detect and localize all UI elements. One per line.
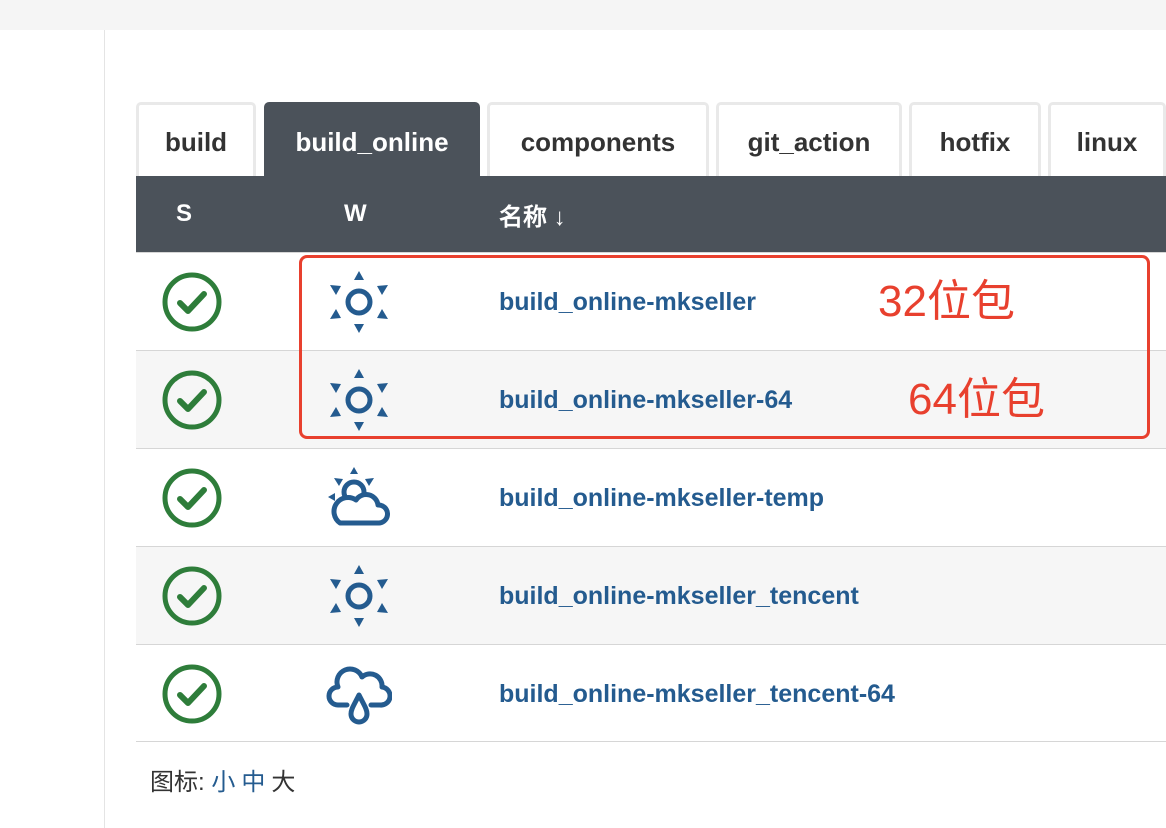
view-tabs: build build_online components git_action…	[136, 102, 1166, 176]
job-link[interactable]: build_online-mkseller-64	[499, 351, 792, 449]
top-bar	[0, 0, 1166, 30]
job-link[interactable]: build_online-mkseller_tencent-64	[499, 645, 895, 743]
table-row: build_online-mkseller-64	[136, 350, 1166, 448]
job-link[interactable]: build_online-mkseller-temp	[499, 449, 824, 547]
icon-size-footer: 图标: 小中大	[150, 762, 295, 797]
jobs-table: S W 名称 ↓ build_online-mkseller build_onl…	[136, 176, 1166, 742]
icon-size-large-current: 大	[271, 769, 296, 796]
tab-components[interactable]: components	[487, 102, 709, 176]
table-row: build_online-mkseller_tencent	[136, 546, 1166, 644]
job-link[interactable]: build_online-mkseller	[499, 253, 756, 351]
column-header-status[interactable]: S	[176, 176, 192, 252]
column-header-weather[interactable]: W	[344, 176, 367, 252]
tab-build-online[interactable]: build_online	[264, 102, 480, 176]
rainy-icon	[326, 661, 393, 727]
sunny-icon	[326, 367, 392, 433]
icon-size-label: 图标:	[150, 769, 205, 796]
table-row: build_online-mkseller-temp	[136, 448, 1166, 546]
icon-size-small-link[interactable]: 小	[211, 769, 235, 796]
tab-build[interactable]: build	[136, 102, 256, 176]
icon-size-medium-link[interactable]: 中	[241, 769, 265, 796]
job-link[interactable]: build_online-mkseller_tencent	[499, 547, 859, 645]
success-status-icon	[160, 270, 224, 334]
partly-cloudy-icon	[326, 465, 392, 531]
sunny-icon	[326, 269, 392, 335]
success-status-icon	[160, 466, 224, 530]
tab-linux[interactable]: linux	[1048, 102, 1166, 176]
sunny-icon	[326, 563, 392, 629]
success-status-icon	[160, 368, 224, 432]
table-row: build_online-mkseller_tencent-64	[136, 644, 1166, 742]
column-header-name[interactable]: 名称 ↓	[499, 176, 566, 252]
table-row: build_online-mkseller	[136, 252, 1166, 350]
tab-hotfix[interactable]: hotfix	[909, 102, 1041, 176]
success-status-icon	[160, 564, 224, 628]
table-header: S W 名称 ↓	[136, 176, 1166, 252]
sidebar-divider	[104, 30, 105, 828]
success-status-icon	[160, 662, 224, 726]
tab-git-action[interactable]: git_action	[716, 102, 902, 176]
